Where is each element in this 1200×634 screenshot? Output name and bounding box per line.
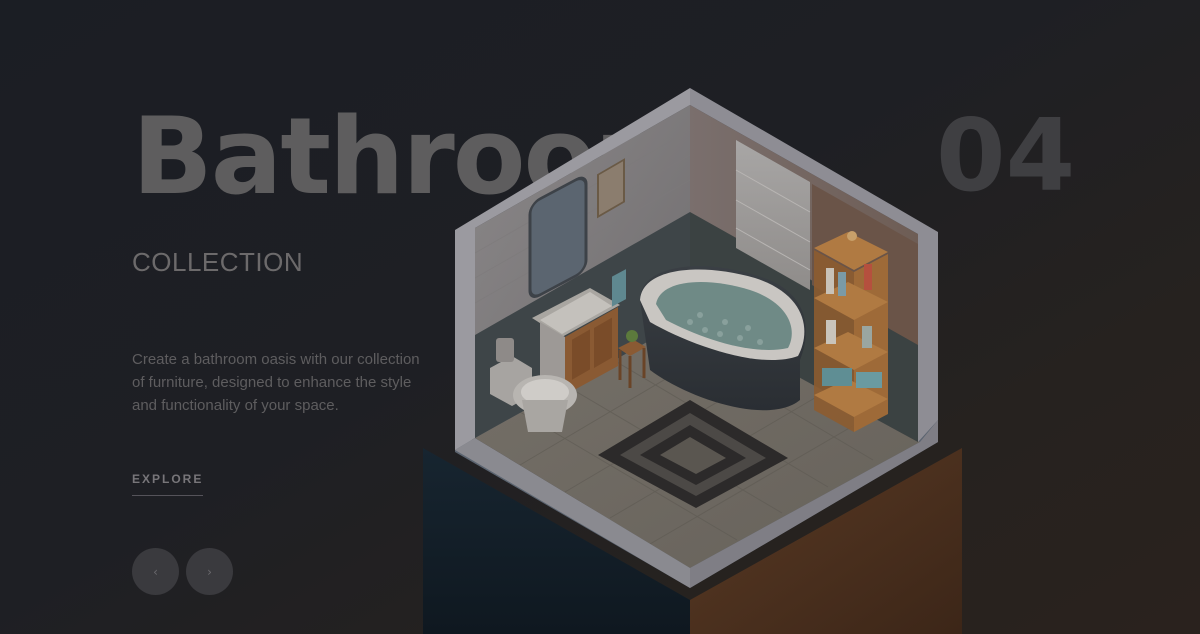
bathroom-room-illustration <box>423 88 962 634</box>
chevron-right-icon: › <box>207 564 212 579</box>
hero-slide: Bathroom 04 COLLECTION Create a bathroom… <box>0 0 1200 634</box>
previous-slide-button[interactable]: ‹ <box>132 548 179 595</box>
chevron-left-icon: ‹ <box>153 564 158 579</box>
shelf-unit <box>814 231 888 432</box>
explore-link[interactable]: EXPLORE <box>132 472 204 496</box>
next-slide-button[interactable]: › <box>186 548 233 595</box>
collection-subtitle: COLLECTION <box>132 247 304 277</box>
collection-description: Create a bathroom oasis with our collect… <box>132 351 420 414</box>
